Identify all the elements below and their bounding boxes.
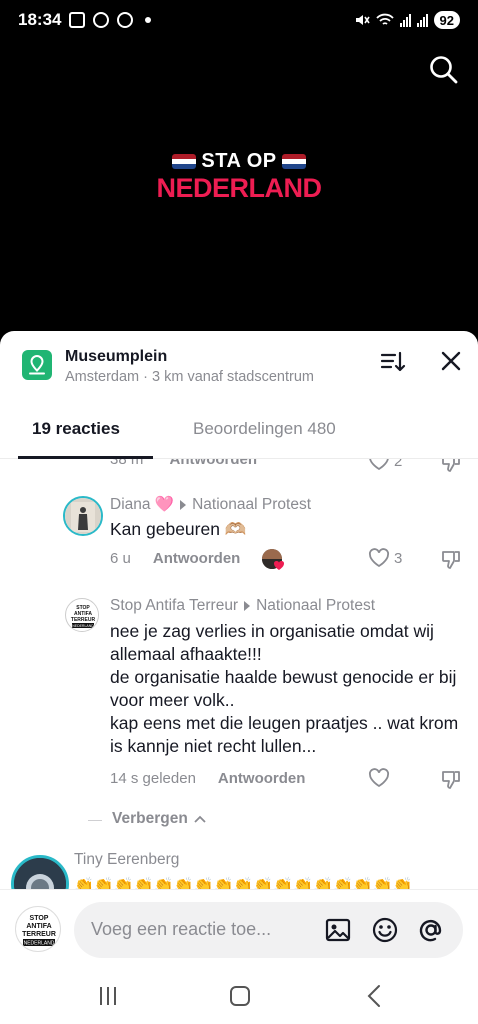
home-icon[interactable] xyxy=(227,983,253,1009)
comment-author-row: Stop Antifa Terreur Nationaal Protest xyxy=(110,597,375,615)
video-area[interactable]: STA OP NEDERLAND xyxy=(0,40,478,340)
emoji-icon[interactable] xyxy=(372,917,398,943)
video-logo: STA OP NEDERLAND xyxy=(0,150,478,204)
dislike-icon[interactable] xyxy=(440,549,462,571)
comment-meta: 14 s geleden Antwoorden xyxy=(110,770,305,787)
heart-icon xyxy=(368,768,390,788)
screenshot-icon xyxy=(69,12,86,28)
hide-replies-label: Verbergen xyxy=(112,810,188,827)
reply-link[interactable]: Antwoorden xyxy=(218,770,306,787)
mute-icon xyxy=(355,15,370,25)
like-button[interactable]: 2 xyxy=(368,459,402,471)
chevron-up-icon xyxy=(194,815,206,823)
caret-right-icon xyxy=(180,499,187,510)
hide-replies-button[interactable]: Verbergen xyxy=(112,810,206,828)
comment-author-row: Diana 🩷 Nationaal Protest xyxy=(110,495,311,514)
tab-comments[interactable]: 19 reacties xyxy=(32,419,120,439)
avatar[interactable] xyxy=(11,855,69,891)
location-pin-icon xyxy=(22,350,52,380)
status-time: 18:34 xyxy=(18,10,62,29)
wifi-icon xyxy=(375,13,394,25)
comment-group[interactable]: Nationaal Protest xyxy=(256,597,375,615)
reply-link[interactable]: Antwoorden xyxy=(153,550,241,567)
comment-author[interactable]: Tiny Eerenberg xyxy=(74,851,179,869)
system-nav-bar xyxy=(0,969,478,1024)
comment-input[interactable]: Voeg een reactie toe... xyxy=(74,902,463,958)
my-avatar[interactable]: STOP ANTIFA TERREUR NEDERLAND xyxy=(15,906,61,952)
avatar-logo-text: STOP xyxy=(30,915,49,922)
like-button[interactable]: 3 xyxy=(368,548,402,568)
avatar[interactable]: STOP ANTIFA TERREUR NEDERLAND xyxy=(65,598,99,632)
recent-apps-icon[interactable] xyxy=(95,983,121,1009)
whatsapp-icon xyxy=(93,12,110,28)
avatar-logo-text: TERREUR xyxy=(71,617,96,623)
creator-heart-icon xyxy=(273,560,285,570)
comment-input-bar: STOP ANTIFA TERREUR NEDERLAND Voeg een r… xyxy=(0,889,478,969)
dislike-icon[interactable] xyxy=(440,459,462,474)
search-icon[interactable] xyxy=(428,54,458,84)
comment-time: 38 m xyxy=(110,459,144,468)
status-bar: 18:34 92 xyxy=(0,0,478,40)
tab-reviews[interactable]: Beoordelingen 480 xyxy=(193,419,336,439)
heart-icon xyxy=(369,459,389,471)
comment-author-row: Tiny Eerenberg xyxy=(74,851,179,869)
avatar-logo-text: NEDERLAND xyxy=(72,624,94,628)
signal-icon xyxy=(399,13,411,27)
comment-time: 6 u xyxy=(110,550,131,567)
location-subtitle: Amsterdam · 3 km vanaf stadscentrum xyxy=(65,369,314,385)
image-icon[interactable] xyxy=(325,917,351,943)
divider xyxy=(88,820,102,821)
dutch-flag-icon xyxy=(172,154,197,169)
comment-list[interactable]: 38 m Antwoorden 2 Diana 🩷 Nationaal Prot… xyxy=(0,459,478,891)
location-title[interactable]: Museumplein xyxy=(65,348,167,366)
sort-icon[interactable] xyxy=(380,350,406,374)
partial-comment-meta: 38 m Antwoorden xyxy=(110,459,478,471)
dislike-icon[interactable] xyxy=(440,769,462,791)
comment-time: 14 s geleden xyxy=(110,770,196,787)
notification-dot-icon xyxy=(145,17,152,23)
heart-icon xyxy=(368,548,390,568)
logo-line1: STA OP xyxy=(201,150,277,172)
like-count: 3 xyxy=(394,549,403,567)
avatar[interactable] xyxy=(63,496,103,536)
avatar-logo-text: TERREUR xyxy=(22,931,56,938)
close-icon[interactable] xyxy=(440,350,462,372)
comment-author[interactable]: Diana 🩷 xyxy=(110,495,174,514)
avatar-logo-text: NEDERLAND xyxy=(24,941,55,947)
dutch-flag-icon xyxy=(281,154,306,169)
tabs-bar: 19 reacties Beoordelingen 480 xyxy=(0,405,478,459)
reply-link[interactable]: Antwoorden xyxy=(170,459,258,468)
like-button[interactable] xyxy=(368,768,390,788)
mention-icon[interactable] xyxy=(418,917,444,943)
signal-icon-2 xyxy=(416,13,428,27)
hide-replies-row[interactable]: Verbergen xyxy=(0,807,478,833)
battery-level: 92 xyxy=(439,12,454,28)
logo-line2: NEDERLAND xyxy=(156,173,322,203)
comments-sheet: Museumplein Amsterdam · 3 km vanaf stads… xyxy=(0,331,478,1024)
avatar-logo-text: ANTIFA xyxy=(26,923,51,930)
back-icon[interactable] xyxy=(362,983,388,1009)
battery-indicator: 92 xyxy=(433,11,460,29)
comment-author[interactable]: Stop Antifa Terreur xyxy=(110,597,238,615)
location-header[interactable]: Museumplein Amsterdam · 3 km vanaf stads… xyxy=(0,331,478,405)
comment-input-placeholder[interactable]: Voeg een reactie toe... xyxy=(91,919,271,940)
caret-right-icon xyxy=(244,601,251,611)
comment-text: nee je zag verlies in organisatie omdat … xyxy=(110,621,459,756)
comment-group[interactable]: Nationaal Protest xyxy=(192,496,311,514)
comment-text: Kan gebeuren 🫶🏼 xyxy=(110,519,247,539)
like-count: 2 xyxy=(394,459,403,470)
comment-meta: 6 u Antwoorden xyxy=(110,550,240,567)
whatsapp-icon-2 xyxy=(117,12,134,28)
